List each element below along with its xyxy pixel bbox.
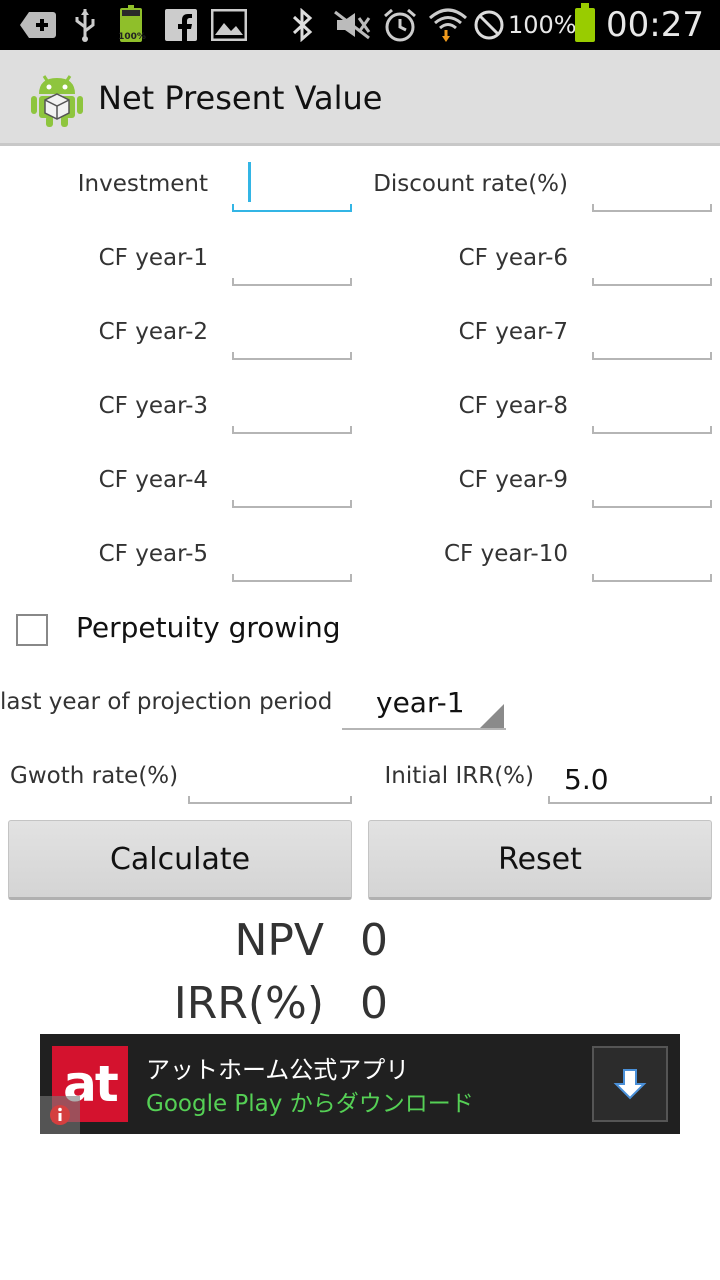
spinner-arrow-icon xyxy=(480,704,504,728)
calculate-button[interactable]: Calculate xyxy=(8,820,352,900)
download-icon[interactable] xyxy=(592,1046,668,1122)
ad-info-icon[interactable] xyxy=(40,1096,80,1134)
cf-year-2-input[interactable] xyxy=(232,310,352,360)
text-cursor xyxy=(248,162,251,202)
android-robot-icon xyxy=(30,70,84,128)
cf-year-9-input[interactable] xyxy=(592,458,712,508)
ad-banner[interactable]: at アットホーム公式アプリ Google Play からダウンロード xyxy=(40,1034,680,1134)
facebook-icon xyxy=(164,6,198,44)
ad-subtitle: Google Play からダウンロード xyxy=(146,1091,474,1117)
battery-charging-icon: 100% xyxy=(116,5,146,44)
cf-year-1-input[interactable] xyxy=(232,236,352,286)
cf-year-7-label: CF year-7 xyxy=(458,319,568,345)
cf-year-5-input[interactable] xyxy=(232,532,352,582)
initial-irr-label: Initial IRR(%) xyxy=(384,763,535,789)
irr-value: 0 xyxy=(360,978,388,1029)
cf-year-7-input[interactable] xyxy=(592,310,712,360)
cf-year-3-label: CF year-3 xyxy=(98,393,208,419)
cf-year-5-label: CF year-5 xyxy=(98,541,208,567)
perpetuity-checkbox[interactable] xyxy=(16,614,48,646)
cf-year-6-input[interactable] xyxy=(592,236,712,286)
mute-icon xyxy=(332,6,372,44)
app-title: Net Present Value xyxy=(98,79,383,117)
perpetuity-label[interactable]: Perpetuity growing xyxy=(76,611,341,644)
npv-value: 0 xyxy=(360,915,388,966)
status-bar: 100% 100% 00:27 xyxy=(0,0,720,50)
npv-label: NPV xyxy=(234,915,324,966)
cf-year-4-input[interactable] xyxy=(232,458,352,508)
cf-year-9-label: CF year-9 xyxy=(458,467,568,493)
cf-year-10-input[interactable] xyxy=(592,532,712,582)
bluetooth-icon xyxy=(288,6,318,44)
action-bar: Net Present Value xyxy=(0,50,720,146)
projection-period-spinner[interactable]: year-1 xyxy=(342,678,506,730)
cf-year-3-input[interactable] xyxy=(232,384,352,434)
cf-year-1-label: CF year-1 xyxy=(98,245,208,271)
clock: 00:27 xyxy=(606,5,704,45)
add-notification-icon xyxy=(18,6,58,44)
wifi-icon xyxy=(428,6,468,44)
battery-icon xyxy=(572,3,598,44)
investment-label: Investment xyxy=(77,171,208,197)
cf-year-2-label: CF year-2 xyxy=(98,319,208,345)
discount-rate-label: Discount rate(%) xyxy=(373,171,568,197)
projection-period-label: last year of projection period xyxy=(0,689,333,715)
cf-year-10-label: CF year-10 xyxy=(443,541,568,567)
irr-label: IRR(%) xyxy=(173,978,324,1029)
usb-icon xyxy=(72,6,98,44)
investment-input[interactable] xyxy=(232,162,352,212)
no-sim-icon xyxy=(472,6,506,44)
reset-button[interactable]: Reset xyxy=(368,820,712,900)
gallery-icon xyxy=(210,6,248,44)
initial-irr-input[interactable]: 5.0 xyxy=(548,754,712,804)
growth-rate-label: Gwoth rate(%) xyxy=(10,763,179,789)
battery-percent: 100% xyxy=(508,11,577,39)
alarm-icon xyxy=(382,6,418,44)
cf-year-4-label: CF year-4 xyxy=(98,467,208,493)
cf-year-6-label: CF year-6 xyxy=(458,245,568,271)
cf-year-8-input[interactable] xyxy=(592,384,712,434)
ad-title: アットホーム公式アプリ xyxy=(146,1056,410,1084)
cf-year-8-label: CF year-8 xyxy=(458,393,568,419)
growth-rate-input[interactable] xyxy=(188,754,352,804)
discount-rate-input[interactable] xyxy=(592,162,712,212)
